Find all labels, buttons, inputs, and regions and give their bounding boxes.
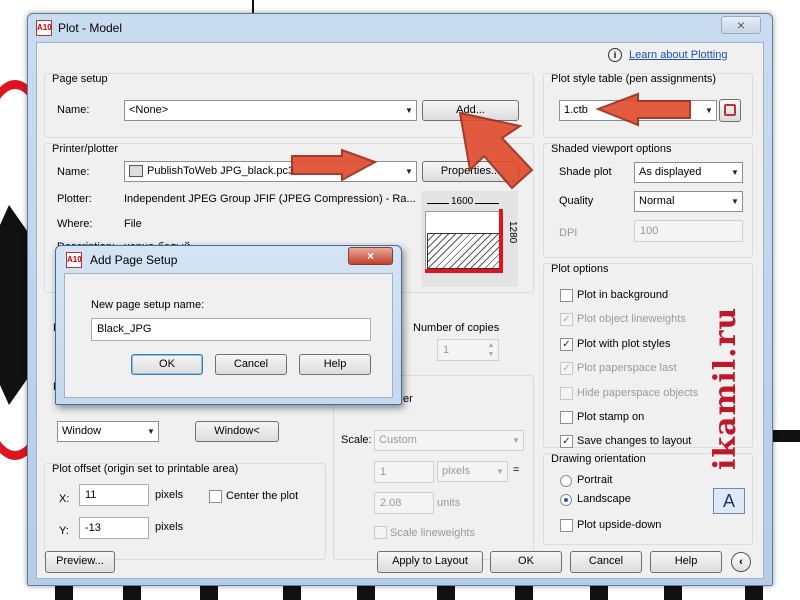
dialog-cancel-button[interactable]: Cancel (215, 354, 287, 375)
dialog-help-button[interactable]: Help (299, 354, 371, 375)
dialog-title: Add Page Setup (90, 253, 178, 267)
dialog-close-icon[interactable]: × (348, 247, 393, 265)
new-setup-name-input[interactable]: Black_JPG (91, 318, 371, 341)
arrow-to-ctb (595, 92, 691, 127)
arrow-to-add-button (458, 111, 534, 190)
arrow-to-printer (291, 148, 378, 182)
dialog-body: New page setup name: Black_JPG OK Cancel… (64, 273, 393, 398)
new-setup-name-label: New page setup name: (91, 299, 205, 311)
dialog-ok-button[interactable]: OK (131, 354, 203, 375)
dialog-app-icon: A10 (66, 252, 82, 268)
add-page-setup-dialog: A10 Add Page Setup × New page setup name… (55, 245, 402, 405)
